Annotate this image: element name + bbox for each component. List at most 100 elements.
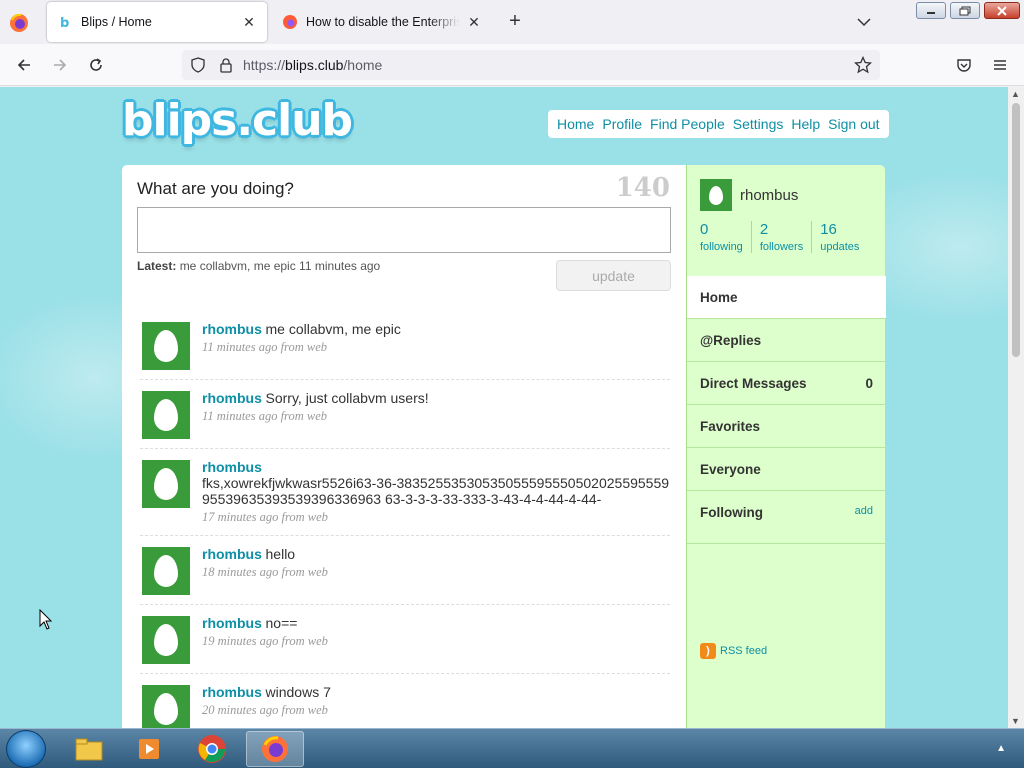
list-item: rhombus me collabvm, me epic 11 minutes …: [140, 311, 670, 380]
avatar[interactable]: [142, 391, 190, 439]
add-following-link[interactable]: add: [855, 505, 873, 517]
profile-username[interactable]: rhombus: [740, 187, 798, 204]
navigation-toolbar: https://blips.club/home: [0, 44, 1024, 86]
sidebar-item-home[interactable]: Home: [687, 276, 886, 319]
avatar[interactable]: [142, 460, 190, 508]
stat-updates[interactable]: 16 updates: [820, 221, 867, 253]
back-icon[interactable]: [14, 55, 34, 75]
avatar[interactable]: [142, 547, 190, 595]
post-meta[interactable]: 20 minutes ago from web: [202, 703, 670, 718]
egg-avatar-icon: [154, 468, 178, 500]
explorer-icon[interactable]: [60, 731, 118, 767]
chrome-icon[interactable]: [183, 731, 241, 767]
scroll-up-icon[interactable]: ▲: [1011, 89, 1020, 99]
lock-icon[interactable]: [218, 57, 234, 76]
direct-messages-count: 0: [865, 375, 873, 391]
sidebar-item-favorites[interactable]: Favorites: [687, 405, 886, 448]
sidebar-item-label: Everyone: [700, 461, 761, 477]
pocket-icon[interactable]: [954, 55, 974, 75]
main-content: What are you doing? 140 Latest: me colla…: [122, 165, 686, 728]
character-counter: 140: [615, 173, 670, 203]
tab-enterprise-article[interactable]: How to disable the Enterprise Ro ✕: [272, 2, 492, 42]
nav-sign-out[interactable]: Sign out: [824, 116, 883, 132]
stat-number: 2: [759, 221, 769, 238]
post-meta[interactable]: 17 minutes ago from web: [202, 510, 670, 525]
egg-avatar-icon: [154, 555, 178, 587]
stat-label: updates: [820, 241, 860, 253]
sidebar-item-replies[interactable]: @Replies: [687, 319, 886, 362]
site-logo[interactable]: blips.club: [122, 95, 353, 146]
list-item: rhombus no== 19 minutes ago from web: [140, 605, 670, 674]
post-meta[interactable]: 18 minutes ago from web: [202, 565, 670, 580]
avatar[interactable]: [142, 685, 190, 728]
hamburger-menu-icon[interactable]: [990, 55, 1010, 75]
scrollbar-thumb[interactable]: [1012, 103, 1020, 357]
windows-start-icon[interactable]: [6, 730, 46, 768]
avatar[interactable]: [700, 179, 732, 211]
svg-text:b: b: [60, 16, 69, 30]
nav-find-people[interactable]: Find People: [646, 116, 729, 132]
stat-following[interactable]: 0 following: [700, 221, 752, 253]
restore-button[interactable]: [950, 2, 980, 19]
list-item: rhombus fks,xowrekfjwkwasr5526i63-36-383…: [140, 449, 670, 536]
list-item: rhombus hello 18 minutes ago from web: [140, 536, 670, 605]
post-meta[interactable]: 19 minutes ago from web: [202, 634, 670, 649]
status-input[interactable]: [137, 207, 671, 253]
tray-expand-icon[interactable]: ▲: [996, 743, 1006, 754]
url-text[interactable]: https://blips.club/home: [243, 57, 382, 73]
post-text: windows 7: [265, 684, 331, 700]
sidebar-item-label: Home: [700, 289, 738, 305]
post-username[interactable]: rhombus: [202, 321, 262, 337]
stat-label: following: [700, 241, 743, 253]
shield-icon[interactable]: [190, 57, 206, 76]
avatar[interactable]: [142, 616, 190, 664]
sidebar-item-following[interactable]: Following add: [687, 491, 886, 544]
sidebar-item-direct-messages[interactable]: Direct Messages 0: [687, 362, 886, 405]
new-tab-icon[interactable]: +: [505, 11, 525, 32]
scroll-down-icon[interactable]: ▼: [1011, 716, 1020, 726]
tab-list-icon[interactable]: [855, 13, 873, 31]
post-username[interactable]: rhombus: [202, 390, 262, 406]
forward-icon[interactable]: [50, 55, 70, 75]
firefox-icon[interactable]: [246, 731, 304, 767]
page-viewport: blips.club Home Profile Find People Sett…: [0, 87, 1008, 728]
nav-help[interactable]: Help: [787, 116, 824, 132]
window-controls: [916, 2, 1020, 19]
post-username[interactable]: rhombus: [202, 546, 262, 562]
post-meta[interactable]: 11 minutes ago from web: [202, 340, 670, 355]
bookmark-star-icon[interactable]: [853, 55, 873, 77]
close-window-button[interactable]: [984, 2, 1020, 19]
post-text: fks,xowrekfjwkwasr5526i63-36-38352553530…: [202, 475, 670, 507]
post-username[interactable]: rhombus: [202, 615, 262, 631]
media-player-icon[interactable]: [121, 731, 179, 767]
post-username[interactable]: rhombus: [202, 459, 262, 475]
sidebar-item-everyone[interactable]: Everyone: [687, 448, 886, 491]
url-scheme: https://: [243, 57, 286, 73]
rss-icon: ): [700, 643, 716, 659]
nav-profile[interactable]: Profile: [598, 116, 646, 132]
close-tab-icon[interactable]: ✕: [466, 14, 482, 30]
sidebar-item-label: Favorites: [700, 418, 761, 434]
rss-feed-link[interactable]: ) RSS feed: [700, 643, 767, 659]
address-bar[interactable]: https://blips.club/home: [182, 50, 880, 80]
post-meta[interactable]: 11 minutes ago from web: [202, 409, 670, 424]
blips-favicon: b: [57, 14, 73, 31]
avatar[interactable]: [142, 322, 190, 370]
tab-bar: b Blips / Home ✕ How to disable the Ente…: [0, 0, 1024, 44]
stat-followers[interactable]: 2 followers: [759, 221, 813, 253]
nav-settings[interactable]: Settings: [729, 116, 788, 132]
firefox-menu-icon[interactable]: [8, 12, 30, 34]
egg-avatar-icon: [154, 330, 178, 362]
reload-icon[interactable]: [86, 55, 106, 75]
minimize-button[interactable]: [916, 2, 946, 19]
vertical-scrollbar[interactable]: ▲ ▼: [1008, 87, 1024, 728]
post-username[interactable]: rhombus: [202, 684, 262, 700]
sidebar: rhombus 0 following 2 followers 16 updates …: [686, 165, 886, 728]
update-button[interactable]: update: [556, 260, 671, 291]
nav-home[interactable]: Home: [553, 116, 598, 132]
list-item: rhombus windows 7 20 minutes ago from we…: [140, 674, 670, 728]
close-tab-icon[interactable]: ✕: [241, 14, 257, 30]
rss-label: RSS feed: [720, 645, 768, 657]
tab-blips-home[interactable]: b Blips / Home ✕: [47, 2, 267, 42]
latest-text: me collabvm, me epic 11 minutes ago: [179, 259, 381, 273]
